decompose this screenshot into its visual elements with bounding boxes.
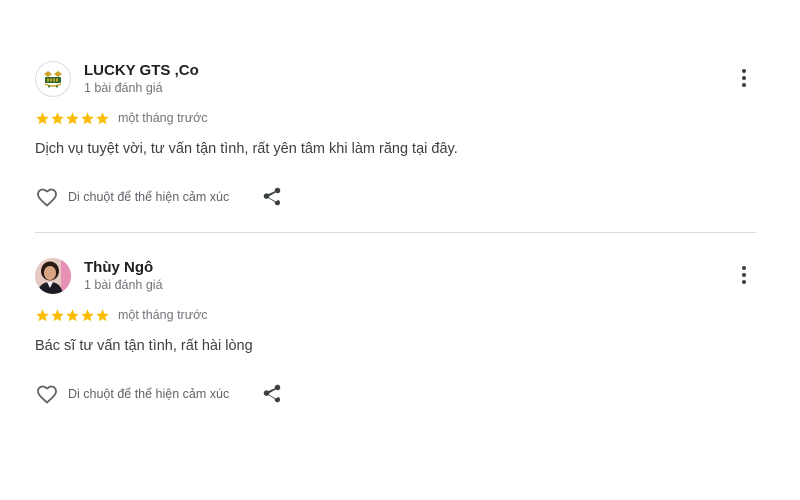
star-icon: [66, 111, 79, 124]
author-name[interactable]: LUCKY GTS ,Co: [84, 62, 199, 79]
react-button[interactable]: [35, 185, 59, 209]
star-icon: [96, 111, 109, 124]
share-icon: [263, 384, 281, 403]
share-button[interactable]: [261, 186, 283, 208]
react-button[interactable]: [35, 382, 59, 406]
heart-outline-icon: [37, 385, 57, 404]
share-icon: [263, 187, 281, 206]
star-icon: [81, 111, 94, 124]
react-label: Di chuột để thể hiện cảm xúc: [68, 190, 230, 204]
star-icon: [51, 308, 64, 321]
review-count: 1 bài đánh giá: [84, 278, 163, 292]
star-icon: [81, 308, 94, 321]
rating-row: một tháng trước: [35, 306, 208, 324]
author-name[interactable]: Thùy Ngô: [84, 259, 153, 276]
star-rating: [35, 308, 110, 323]
star-rating: [35, 111, 110, 126]
avatar[interactable]: [35, 258, 71, 294]
review-card: Thùy Ngô 1 bài đánh giá một tháng trước …: [35, 258, 756, 404]
review-card: LUCKY GTS ,Co 1 bài đánh giá một tháng t…: [35, 61, 756, 207]
star-icon: [96, 308, 109, 321]
more-vert-icon: [742, 69, 746, 87]
star-icon: [66, 308, 79, 321]
review-time: một tháng trước: [118, 308, 208, 322]
more-options-button[interactable]: [732, 66, 756, 90]
review-divider: [35, 232, 756, 233]
review-header: LUCKY GTS ,Co 1 bài đánh giá: [35, 61, 756, 99]
react-label: Di chuột để thể hiện cảm xúc: [68, 387, 230, 401]
star-icon: [51, 111, 64, 124]
review-actions: Di chuột để thể hiện cảm xúc: [35, 185, 283, 209]
more-vert-icon: [742, 266, 746, 284]
rating-row: một tháng trước: [35, 109, 208, 127]
lucky-gts-logo-icon: [37, 63, 69, 95]
star-icon: [36, 308, 49, 321]
reviews-page: LUCKY GTS ,Co 1 bài đánh giá một tháng t…: [0, 0, 800, 500]
review-count: 1 bài đánh giá: [84, 81, 163, 95]
review-text: Bác sĩ tư vấn tận tình, rất hài lòng: [35, 338, 253, 354]
heart-outline-icon: [37, 188, 57, 207]
more-options-button[interactable]: [732, 263, 756, 287]
review-time: một tháng trước: [118, 111, 208, 125]
avatar[interactable]: [35, 61, 71, 97]
share-button[interactable]: [261, 383, 283, 405]
review-text: Dịch vụ tuyệt vời, tư vấn tận tình, rất …: [35, 141, 458, 157]
star-icon: [36, 111, 49, 124]
profile-photo-icon: [35, 258, 71, 294]
review-actions: Di chuột để thể hiện cảm xúc: [35, 382, 283, 406]
review-header: Thùy Ngô 1 bài đánh giá: [35, 258, 756, 296]
